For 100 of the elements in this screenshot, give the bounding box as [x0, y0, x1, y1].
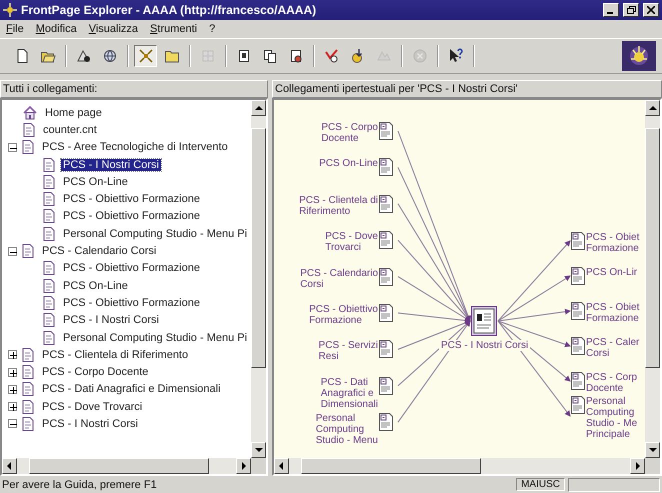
- page-label: PCS - Obiet Formazione: [586, 232, 640, 254]
- minimize-button[interactable]: [603, 3, 619, 17]
- horizontal-scrollbar[interactable]: [274, 458, 645, 474]
- tree-item[interactable]: PCS - Clientela di Riferimento: [40, 348, 190, 361]
- app-icon: [3, 3, 17, 17]
- page-label: Personal Computing Studio - Me Principale: [586, 396, 638, 440]
- stop-icon: [412, 48, 428, 64]
- tree-item[interactable]: PCS - Calendario Corsi: [40, 245, 158, 258]
- maximize-button[interactable]: [623, 3, 639, 17]
- collapse-button[interactable]: [8, 246, 17, 256]
- page-icon: [22, 348, 34, 362]
- page-icon: [379, 194, 393, 213]
- scroll-up-button[interactable]: [645, 100, 660, 116]
- menu-item[interactable]: Visualizza: [88, 23, 138, 35]
- page-label: PCS - Calendario Corsi: [300, 268, 378, 290]
- window-title: FrontPage Explorer - AAAA (http://francesco/AAAA): [21, 3, 318, 17]
- page-icon: [43, 192, 55, 206]
- page-icon: [571, 267, 585, 285]
- menu-item[interactable]: File: [6, 23, 24, 35]
- tree-item[interactable]: PCS - Obiettivo Formazione: [61, 296, 202, 309]
- menu-item[interactable]: ?: [209, 23, 216, 35]
- page-icon: [571, 302, 585, 320]
- page-icon: [471, 306, 497, 336]
- tree-item[interactable]: PCS - Obiettivo Formazione: [61, 193, 202, 206]
- tree-item[interactable]: PCS On-Line: [61, 176, 130, 188]
- tree-item[interactable]: PCS - I Nostri Corsi: [40, 418, 140, 430]
- page-icon: [571, 337, 585, 355]
- page-icon: [23, 122, 35, 137]
- page-icon: [43, 209, 55, 224]
- tree-item[interactable]: PCS On-Line: [61, 280, 130, 292]
- page-label: PCS On-Lir: [586, 267, 638, 278]
- page-label: PCS - Caler Corsi: [586, 337, 640, 359]
- tree-item[interactable]: Personal Computing Studio - Menu Pi: [61, 228, 250, 240]
- page-icon: [43, 226, 55, 241]
- expand-button[interactable]: [8, 384, 17, 394]
- horizontal-scrollbar[interactable]: [2, 458, 251, 474]
- hyperlinks-icon: [138, 48, 154, 64]
- tree-item[interactable]: PCS - I Nostri Corsi: [61, 314, 161, 326]
- page-icon: [379, 304, 393, 322]
- page-label: Personal Computing Studio - Menu: [316, 413, 378, 446]
- scroll-left-button[interactable]: [2, 458, 17, 474]
- status-message: Per avere la Guida, premere F1: [2, 478, 158, 490]
- help-icon: [448, 48, 464, 64]
- page-label: PCS - Dove Trovarci: [325, 231, 378, 254]
- vertical-scrollbar[interactable]: [251, 100, 266, 458]
- page-icon: [379, 158, 393, 176]
- pages-icon: [262, 48, 278, 64]
- check-icon: [324, 48, 340, 64]
- page-icon: [43, 278, 55, 293]
- page-icon: [43, 261, 55, 276]
- page-icon: [43, 296, 55, 310]
- page-icon: [571, 232, 585, 250]
- expand-button[interactable]: [8, 350, 17, 360]
- tree-item[interactable]: PCS - Corpo Docente: [40, 366, 150, 378]
- menu-item[interactable]: Strumenti: [150, 23, 198, 35]
- close-icon: [647, 6, 655, 14]
- scroll-right-button[interactable]: [630, 458, 645, 474]
- tree-item[interactable]: PCS - Obiettivo Formazione: [61, 210, 202, 222]
- tree-item[interactable]: Personal Computing Studio - Menu Pi: [61, 332, 250, 344]
- tree-item[interactable]: PCS - Obiettivo Formazione: [61, 262, 202, 274]
- tree-item[interactable]: PCS - Aree Tecnologiche di Intervento: [40, 141, 230, 154]
- collapse-button[interactable]: [8, 142, 17, 152]
- vertical-scrollbar[interactable]: [645, 100, 660, 458]
- tree-item[interactable]: PCS - Dati Anagrafici e Dimensionali: [40, 383, 223, 396]
- page-label: PCS - Corpo Docente: [321, 122, 378, 144]
- page-icon: [22, 400, 34, 414]
- scroll-left-button[interactable]: [274, 458, 289, 474]
- scroll-up-button[interactable]: [251, 100, 266, 116]
- tree-item[interactable]: Home page: [43, 106, 104, 119]
- page-label: PCS On-Line: [319, 158, 378, 170]
- collapse-button[interactable]: [8, 419, 17, 428]
- page-icon: [379, 413, 393, 432]
- expand-button[interactable]: [8, 402, 17, 412]
- tree-item[interactable]: PCS - Dove Trovarci: [40, 400, 144, 413]
- page-label: PCS - Obiet Formazione: [586, 302, 640, 324]
- globe-icon: [102, 48, 118, 64]
- restore-icon: [626, 6, 636, 14]
- toolbar-button[interactable]: [134, 45, 157, 67]
- page-icon: [43, 174, 55, 189]
- expand-button[interactable]: [8, 368, 17, 377]
- tree-item[interactable]: counter.cnt: [41, 124, 99, 136]
- pyramid-icon: [76, 48, 92, 64]
- close-button[interactable]: [643, 3, 659, 17]
- scroll-down-button[interactable]: [645, 442, 660, 458]
- grid-icon: [200, 48, 216, 64]
- menu-item[interactable]: Modifica: [36, 23, 77, 35]
- scroll-right-button[interactable]: [236, 458, 251, 474]
- page-icon: [43, 158, 55, 172]
- page-icon: [22, 416, 34, 431]
- tree-item[interactable]: PCS - I Nostri Corsi: [61, 158, 161, 171]
- page-icon: [22, 140, 34, 154]
- page-icon: [379, 376, 393, 395]
- pane-header: Tutti i collegamenti:: [0, 80, 268, 98]
- page-icon: [379, 122, 393, 140]
- page-label: PCS - I Nostri Corsi: [439, 340, 530, 351]
- page-icon: [571, 372, 585, 390]
- page-icon: [22, 382, 34, 396]
- scroll-down-button[interactable]: [251, 442, 266, 458]
- page-icon: [379, 268, 393, 286]
- page-icon: [571, 396, 585, 414]
